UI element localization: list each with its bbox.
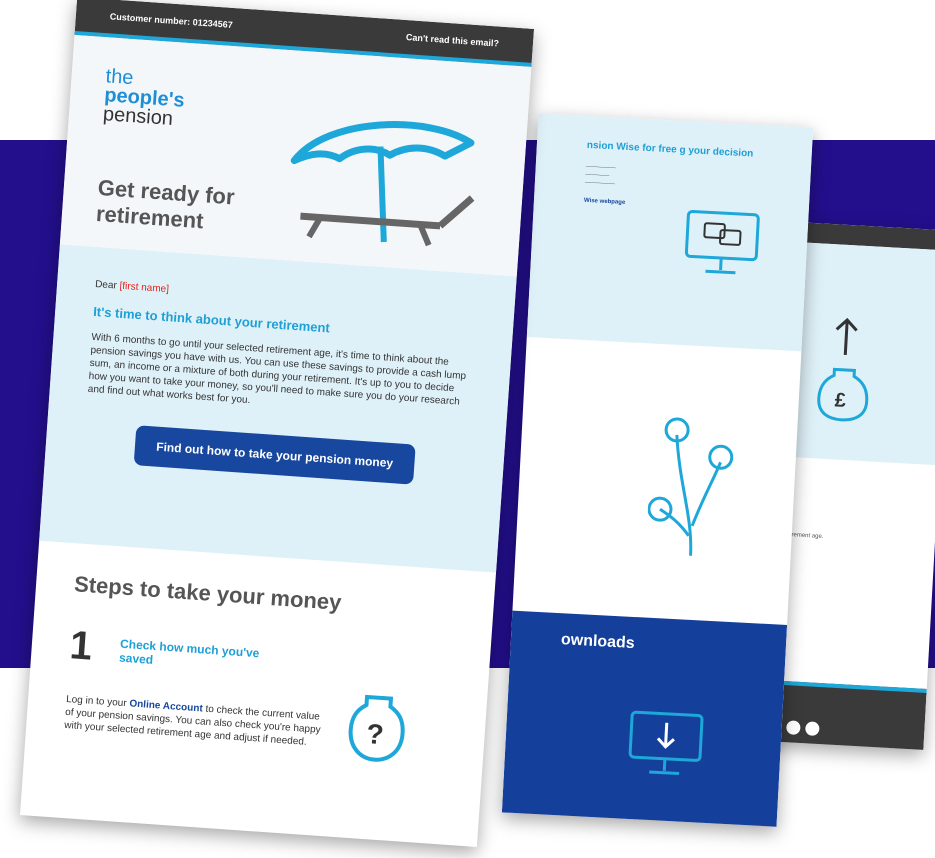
- back1-heading: nsion Wise for free g your decision: [586, 139, 754, 160]
- email-hero: the people's pension Get ready for retir…: [59, 34, 532, 277]
- sun-lounger-icon: [290, 121, 475, 247]
- customer-number: Customer number: 01234567: [109, 11, 234, 30]
- downloads-heading: ownloads: [560, 631, 636, 653]
- steps-title: Steps to take your money: [73, 571, 343, 615]
- email-preview-front: Customer number: 01234567 Can't read thi…: [19, 0, 535, 847]
- question-jar-icon: ?: [348, 694, 405, 762]
- svg-text:£: £: [834, 389, 846, 412]
- money-jar-icon: £: [817, 317, 869, 422]
- steps-section: Steps to take your money 1 Check how muc…: [24, 541, 496, 789]
- find-out-button[interactable]: Find out how to take your pension money: [133, 425, 416, 485]
- svg-text:?: ?: [365, 718, 384, 750]
- decision-tree-icon: [647, 417, 734, 556]
- email-preview-back-1: nsion Wise for free g your decision ————…: [501, 113, 814, 827]
- computer-chat-icon: [684, 209, 760, 275]
- letter-body: With 6 months to go until your selected …: [87, 331, 467, 408]
- back1-pension-wise: nsion Wise for free g your decision ————…: [526, 113, 814, 352]
- back1-fine-print: ————— ———— —————: [584, 163, 616, 188]
- facebook-icon[interactable]: [804, 721, 820, 737]
- first-name-placeholder: [first name]: [119, 280, 170, 296]
- letter-section: Dear [first name] It's time to think abo…: [39, 244, 517, 573]
- back1-options: [512, 337, 801, 625]
- peoples-pension-logo: the people's pension: [102, 65, 186, 130]
- back1-downloads: ownloads: [501, 610, 788, 827]
- cant-read-link[interactable]: Can't read this email?: [406, 32, 500, 48]
- download-icon[interactable]: [624, 707, 708, 781]
- step-number: 1: [68, 623, 94, 669]
- twitter-icon[interactable]: [786, 720, 801, 735]
- hero-title: Get ready for retirement: [95, 174, 236, 234]
- step-title: Check how much you've saved: [118, 636, 260, 667]
